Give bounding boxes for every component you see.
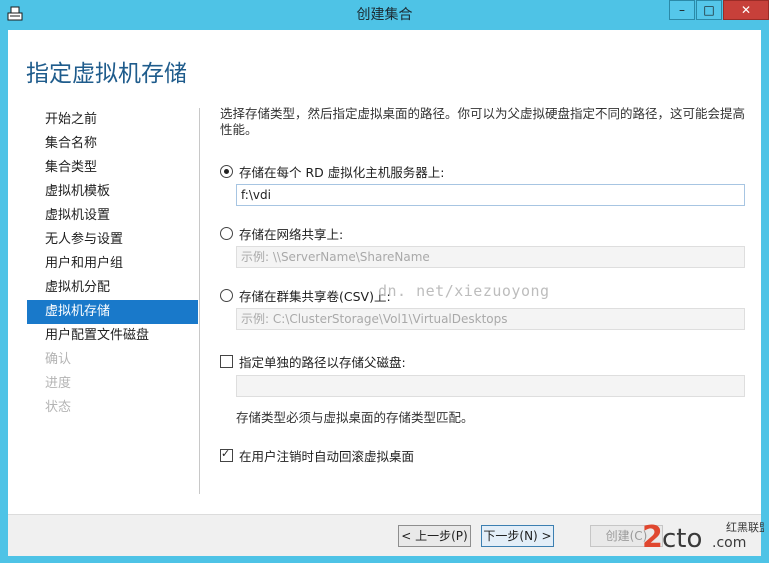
csv-path-input: 示例: C:\ClusterStorage\Vol1\VirtualDeskto…	[236, 308, 745, 330]
svg-text:2: 2	[642, 520, 663, 553]
intro-text: 选择存储类型，然后指定虚拟桌面的路径。你可以为父虚拟硬盘指定不同的路径，这可能会…	[220, 106, 746, 137]
radio-network-share[interactable]	[220, 227, 233, 240]
close-button[interactable]: ✕	[723, 0, 769, 20]
wizard-footer: < 上一步(P) 下一步(N) > 创建(C) 2 cto .com 红黑联盟	[8, 514, 764, 556]
option-rollback[interactable]: 在用户注销时自动回滚虚拟桌面	[220, 446, 414, 465]
nav-item-vm-allocation[interactable]: 虚拟机分配	[27, 276, 198, 300]
next-button[interactable]: 下一步(N) >	[481, 525, 554, 547]
nav-item-progress: 进度	[45, 376, 72, 391]
radio-local-storage[interactable]	[220, 165, 233, 178]
nav-item-before-you-begin[interactable]: 开始之前	[27, 108, 198, 132]
minimize-button[interactable]: –	[669, 0, 695, 20]
wizard-window: 创建集合 – □ ✕ 指定虚拟机存储 开始之前 集合名称 集合类型 虚拟机模板 …	[0, 0, 769, 563]
local-path-input[interactable]: f:\vdi	[236, 184, 745, 206]
radio-csv[interactable]	[220, 289, 233, 302]
option-csv[interactable]: 存储在群集共享卷(CSV)上:	[220, 286, 391, 305]
option-parent-label: 指定单独的路径以存储父磁盘:	[239, 355, 406, 370]
page-title: 指定虚拟机存储	[26, 61, 187, 87]
option-parent-disk[interactable]: 指定单独的路径以存储父磁盘:	[220, 352, 406, 371]
svg-text:红黑联盟: 红黑联盟	[726, 521, 764, 534]
option-local-label: 存储在每个 RD 虚拟化主机服务器上:	[239, 165, 445, 180]
option-share-label: 存储在网络共享上:	[239, 227, 344, 242]
checkbox-parent-disk[interactable]	[220, 355, 233, 368]
nav-item-user-profile-disks[interactable]: 用户配置文件磁盘	[27, 324, 198, 348]
nav-item-collection-type[interactable]: 集合类型	[27, 156, 198, 180]
parent-disk-note: 存储类型必须与虚拟桌面的存储类型匹配。	[236, 410, 474, 425]
maximize-button[interactable]: □	[696, 0, 722, 20]
nav-item-vm-storage[interactable]: 虚拟机存储	[27, 300, 198, 324]
site-logo: 2 cto .com 红黑联盟	[642, 520, 764, 553]
checkbox-rollback[interactable]	[220, 447, 233, 462]
wizard-nav: 开始之前 集合名称 集合类型 虚拟机模板 虚拟机设置 无人参与设置 用户和用户组…	[27, 108, 198, 420]
title-bar[interactable]: 创建集合 – □ ✕	[0, 0, 769, 28]
watermark-text: dn. net/xiezuoyong	[378, 282, 550, 300]
nav-item-vm-template[interactable]: 虚拟机模板	[27, 180, 198, 204]
nav-item-unattended-settings[interactable]: 无人参与设置	[27, 228, 198, 252]
nav-item-collection-name[interactable]: 集合名称	[27, 132, 198, 156]
svg-text:.com: .com	[712, 535, 746, 551]
nav-item-confirmation: 确认	[45, 352, 72, 367]
window-title: 创建集合	[356, 7, 413, 23]
option-csv-label: 存储在群集共享卷(CSV)上:	[239, 289, 391, 304]
nav-item-vm-settings[interactable]: 虚拟机设置	[27, 204, 198, 228]
nav-divider	[199, 108, 200, 494]
wizard-body: 指定虚拟机存储 开始之前 集合名称 集合类型 虚拟机模板 虚拟机设置 无人参与设…	[8, 30, 764, 556]
storage-options: 选择存储类型，然后指定虚拟桌面的路径。你可以为父虚拟硬盘指定不同的路径，这可能会…	[220, 106, 750, 464]
svg-text:cto: cto	[662, 524, 702, 553]
nav-item-users-groups[interactable]: 用户和用户组	[27, 252, 198, 276]
option-network-share[interactable]: 存储在网络共享上:	[220, 224, 343, 243]
back-button[interactable]: < 上一步(P)	[398, 525, 471, 547]
option-local-storage[interactable]: 存储在每个 RD 虚拟化主机服务器上:	[220, 162, 444, 181]
parent-disk-path-input	[236, 375, 745, 397]
nav-item-results: 状态	[45, 400, 72, 415]
share-path-input: 示例: \\ServerName\ShareName	[236, 246, 745, 268]
option-rollback-label: 在用户注销时自动回滚虚拟桌面	[239, 449, 415, 464]
